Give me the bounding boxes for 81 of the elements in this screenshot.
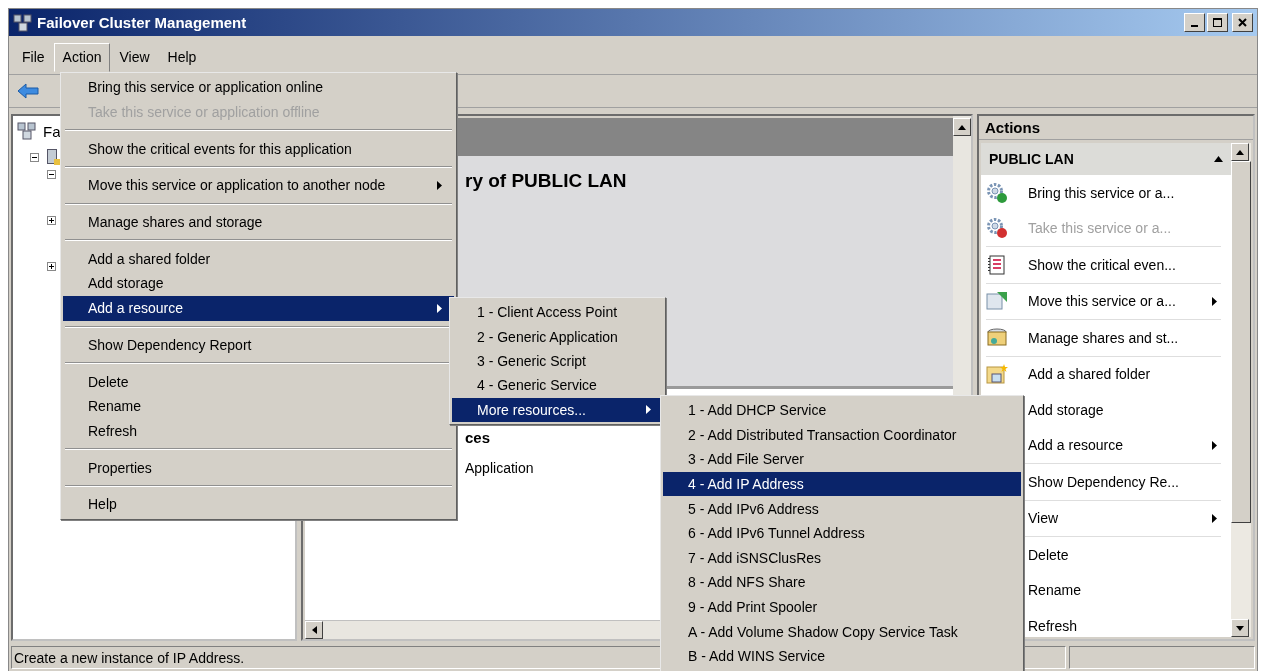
pane-task-link[interactable]: Refresh <box>1028 617 1217 634</box>
menu-item[interactable]: 3 - Add File Server <box>663 447 1021 472</box>
pane-task-link[interactable]: Show Dependency Re... <box>1028 473 1217 490</box>
gear-icon <box>986 217 1008 240</box>
window-title: Failover Cluster Management <box>37 14 248 31</box>
menu-bar-item[interactable]: File <box>13 43 54 72</box>
menu-bar-item[interactable]: Action <box>53 43 111 72</box>
pane-task-link[interactable]: Move this service or a... <box>1028 293 1196 310</box>
close-button[interactable] <box>1232 13 1253 32</box>
collapse-arrow-icon[interactable] <box>1214 156 1223 162</box>
menu-item[interactable]: Bring this service or application online <box>63 75 454 100</box>
actions-title: Actions <box>979 116 1253 140</box>
menu-item[interactable]: Show the critical events for this application <box>63 136 454 162</box>
pane-task-link[interactable]: Show the critical even... <box>1028 256 1217 273</box>
menu-item[interactable]: 4 - Add IP Address <box>663 471 1021 497</box>
expand-icon[interactable] <box>47 216 56 225</box>
pane-task-link[interactable]: Delete <box>1028 546 1217 563</box>
maximize-icon <box>1213 18 1222 27</box>
menu-item[interactable]: 4 - Generic Service <box>452 373 663 398</box>
tree-item[interactable]: Fa <box>43 122 61 140</box>
section-heading: ces <box>465 429 491 446</box>
menu-item[interactable]: Add a shared folder <box>63 246 454 272</box>
down-arrow-icon <box>1236 625 1244 631</box>
move-window-icon <box>986 290 1008 313</box>
scroll-left-button[interactable] <box>305 621 323 639</box>
folder-icon <box>986 363 1008 386</box>
menu-bar-item[interactable]: Help <box>158 43 206 72</box>
vertical-scrollbar[interactable] <box>1231 143 1251 637</box>
summary-heading: ry of PUBLIC LAN <box>465 170 627 191</box>
menu-item[interactable]: 1 - Client Access Point <box>452 300 663 325</box>
pane-task-link[interactable]: Add a resource <box>1028 437 1196 454</box>
scroll-down-button[interactable] <box>1231 619 1249 637</box>
resource-row[interactable]: Application <box>465 460 534 476</box>
menu-item[interactable]: Refresh <box>63 418 454 444</box>
menu-item[interactable]: 2 - Add Distributed Transaction Coordinator <box>663 422 1021 448</box>
back-arrow-icon <box>17 83 39 99</box>
section-title: PUBLIC LAN <box>989 151 1074 167</box>
pane-task-link[interactable]: Add a shared folder <box>1028 366 1217 383</box>
maximize-button[interactable] <box>1207 13 1228 32</box>
minimize-button[interactable] <box>1184 13 1205 32</box>
menu-item[interactable]: Add a resource <box>63 295 454 321</box>
cluster-icon <box>13 13 33 32</box>
pane-task-link[interactable]: Manage shares and st... <box>1028 329 1217 346</box>
collapse-icon[interactable] <box>30 152 39 162</box>
log-book-icon <box>986 253 1008 276</box>
menu-item[interactable]: A - Add Volume Shadow Copy Service Task <box>663 619 1021 644</box>
collapse-icon[interactable] <box>47 170 56 179</box>
menu-item[interactable]: 9 - Add Print Spooler <box>663 594 1021 620</box>
menu-item[interactable]: 8 - Add NFS Share <box>663 570 1021 595</box>
menu-item[interactable]: Properties <box>63 455 454 480</box>
menu-item[interactable]: More resources... <box>452 397 663 422</box>
menu-item[interactable]: 3 - Generic Script <box>452 348 663 374</box>
section-header[interactable]: PUBLIC LAN <box>981 143 1231 175</box>
pane-task-link[interactable]: Bring this service or a... <box>1028 184 1217 201</box>
scroll-thumb[interactable] <box>1231 161 1251 523</box>
close-icon <box>1238 18 1247 27</box>
pane-task-link[interactable]: View <box>1028 510 1196 527</box>
scroll-up-button[interactable] <box>953 118 971 136</box>
cluster-icon <box>17 122 37 140</box>
menu-item[interactable]: 6 - Add IPv6 Tunnel Address <box>663 520 1021 546</box>
expand-icon[interactable] <box>47 262 56 271</box>
server-icon <box>47 149 60 165</box>
menu-item[interactable]: Move this service or application to another node <box>63 173 454 198</box>
menu-item[interactable]: Add storage <box>63 271 454 296</box>
menu-item[interactable]: 7 - Add iSNSClusRes <box>663 545 1021 571</box>
left-arrow-icon <box>311 626 317 634</box>
menu-item[interactable]: 1 - Add DHCP Service <box>663 398 1021 423</box>
menu-item[interactable]: 2 - Generic Application <box>452 324 663 349</box>
scroll-up-button[interactable] <box>1231 143 1249 161</box>
menu-item[interactable]: Help <box>63 491 454 517</box>
menu-item[interactable]: 5 - Add IPv6 Address <box>663 496 1021 521</box>
back-button[interactable] <box>15 81 41 101</box>
up-arrow-icon <box>958 124 966 130</box>
pane-task-link[interactable]: Rename <box>1028 582 1217 599</box>
menu-item[interactable]: Manage shares and storage <box>63 209 454 235</box>
minimize-icon <box>1191 24 1198 27</box>
up-arrow-icon <box>1236 149 1244 155</box>
shared-storage-icon <box>986 326 1008 349</box>
gear-icon <box>986 181 1008 204</box>
pane-task-link[interactable]: Add storage <box>1028 401 1217 418</box>
menu-bar-item[interactable]: View <box>110 43 159 72</box>
